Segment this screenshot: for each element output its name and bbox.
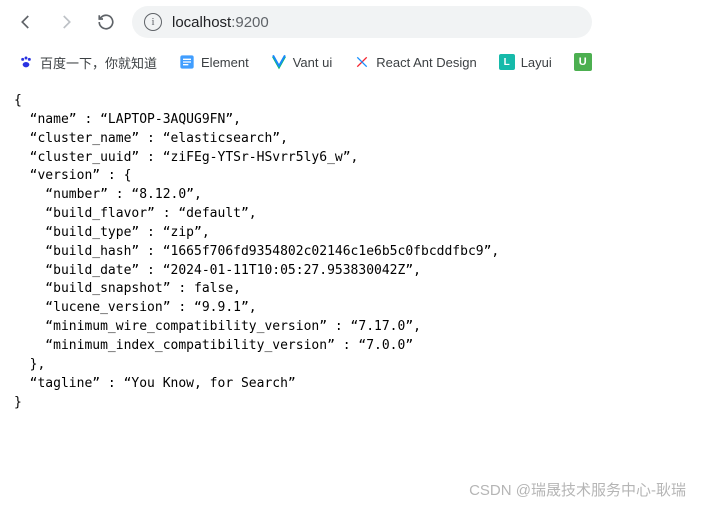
reload-button[interactable] [92,8,120,36]
bookmark-element[interactable]: Element [179,54,249,70]
bookmark-label: Element [201,55,249,70]
vant-icon [271,54,287,70]
bookmark-label: React Ant Design [376,55,476,70]
bookmarks-bar: 百度一下，你就知道 Element Vant ui React Ant Desi… [0,44,704,80]
react-ant-icon [354,54,370,70]
unknown-icon: U [574,53,592,71]
element-icon [179,54,195,70]
bookmark-vant[interactable]: Vant ui [271,54,333,70]
watermark-text: CSDN @瑞晟技术服务中心-耿瑞 [469,479,686,500]
url-host: localhost [172,14,231,31]
site-info-icon[interactable]: i [144,13,162,31]
json-response-body: { “name” : “LAPTOP-3AQUG9FN”, “cluster_n… [0,80,704,424]
baidu-icon [18,54,34,70]
bookmark-react-ant[interactable]: React Ant Design [354,54,476,70]
url-port: :9200 [231,14,269,31]
bookmark-layui[interactable]: L Layui [499,54,552,70]
forward-button[interactable] [52,8,80,36]
bookmark-baidu[interactable]: 百度一下，你就知道 [18,53,157,72]
bookmark-label: 百度一下，你就知道 [40,53,157,72]
url-text: localhost:9200 [172,14,269,31]
back-button[interactable] [12,8,40,36]
address-bar[interactable]: i localhost:9200 [132,6,592,38]
layui-icon: L [499,54,515,70]
bookmark-label: Vant ui [293,55,333,70]
bookmark-label: Layui [521,55,552,70]
bookmark-truncated[interactable]: U [574,53,592,71]
browser-toolbar: i localhost:9200 [0,0,704,44]
